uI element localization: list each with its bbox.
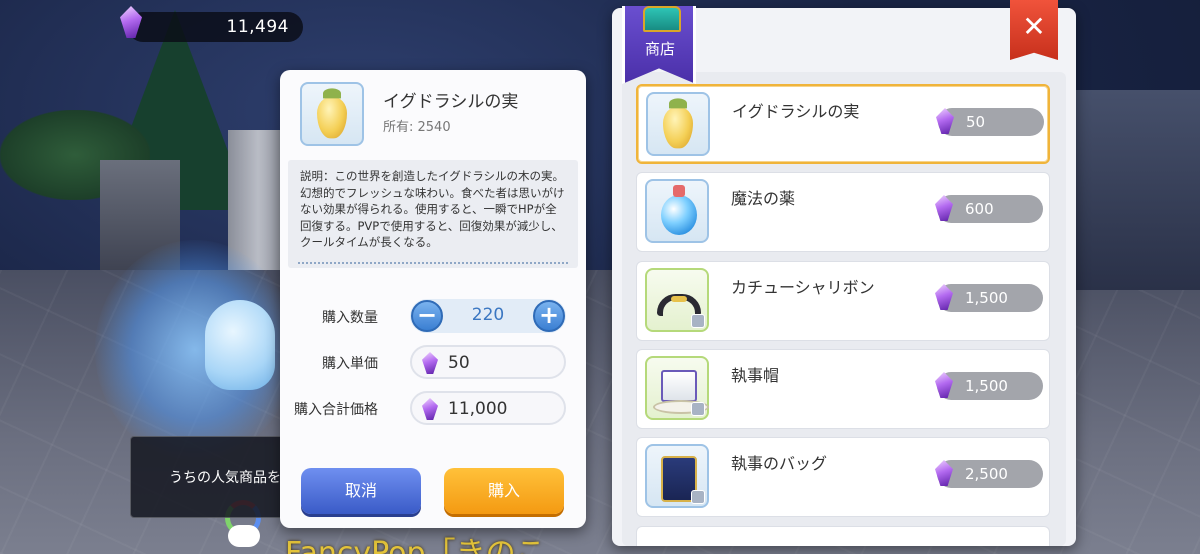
item-thumbnail: [300, 82, 364, 146]
crystal-currency-display: 11,494: [120, 6, 303, 42]
purple-crystal-icon: [936, 108, 954, 134]
equipment-badge-icon: [691, 314, 705, 328]
top-hat-icon: [653, 370, 709, 414]
owned-count: 所有: 2540: [383, 120, 451, 135]
player-character[interactable]: [205, 300, 275, 390]
quantity-stepper[interactable]: − 220 +: [410, 299, 566, 333]
shop-item-price: 50: [936, 108, 1044, 136]
increase-quantity-button[interactable]: +: [533, 300, 565, 332]
potion-icon: [661, 185, 697, 235]
purple-crystal-icon: [935, 284, 953, 310]
item-thumbnail: [645, 179, 709, 243]
fruit-icon: [663, 98, 693, 149]
shop-item-row[interactable]: イグドラシルの実 50: [636, 84, 1050, 164]
cancel-button[interactable]: 取消: [301, 468, 421, 514]
shop-item-row-partial[interactable]: [636, 526, 1050, 546]
quantity-label: 購入数量: [322, 310, 378, 326]
purple-crystal-icon: [422, 352, 438, 374]
shop-item-price: 600: [935, 195, 1043, 223]
ribbon-headband-icon: [657, 294, 701, 316]
item-name: イグドラシルの実: [383, 92, 519, 112]
speech-text: うちの人気商品を: [169, 470, 281, 486]
close-button[interactable]: ✕: [1010, 0, 1058, 60]
stone-pillar: [228, 130, 288, 270]
unit-price-value: 50: [448, 353, 470, 373]
purple-crystal-icon: [422, 398, 438, 420]
item-thumbnail: [646, 92, 710, 156]
dialog-header: イグドラシルの実 所有: 2540: [280, 70, 586, 152]
item-thumbnail: [645, 268, 709, 332]
shop-item-row[interactable]: 魔法の薬 600: [636, 172, 1050, 252]
total-price-field: 11,000: [410, 391, 566, 425]
cloud-icon: [228, 525, 260, 547]
crystal-amount: 11,494: [226, 17, 289, 37]
price-value: 50: [966, 113, 986, 131]
shop-item-name: イグドラシルの実: [732, 102, 860, 121]
price-value: 600: [965, 200, 994, 218]
item-thumbnail: [645, 444, 709, 508]
price-value: 1,500: [965, 377, 1008, 395]
shop-item-price: 1,500: [935, 284, 1043, 312]
equipment-badge-icon: [691, 402, 705, 416]
price-value: 2,500: [965, 465, 1008, 483]
price-value: 1,500: [965, 289, 1008, 307]
total-price-label: 購入合計価格: [294, 402, 378, 418]
purple-crystal-icon: [935, 372, 953, 398]
purple-crystal-icon: [935, 460, 953, 486]
buy-button[interactable]: 購入: [444, 468, 564, 514]
treasure-chest-icon: [643, 6, 681, 32]
equipment-badge-icon: [691, 490, 705, 504]
total-price-value: 11,000: [448, 399, 508, 419]
fruit-icon: [317, 88, 347, 139]
shop-item-row[interactable]: 執事のバッグ 2,500: [636, 437, 1050, 517]
shop-item-row[interactable]: 執事帽 1,500: [636, 349, 1050, 429]
shop-item-name: 執事のバッグ: [731, 454, 828, 473]
building: [1075, 90, 1200, 290]
item-description: 説明：この世界を創造したイグドラシルの木の実。幻想的でフレッシュな味わい。食べた…: [288, 160, 578, 268]
shop-item-price: 1,500: [935, 372, 1043, 400]
item-thumbnail: [645, 356, 709, 420]
shop-item-name: 魔法の薬: [731, 189, 796, 208]
shop-title: 商店: [644, 40, 675, 58]
purple-crystal-icon: [935, 195, 953, 221]
shop-item-name: カチューシャリボン: [731, 278, 875, 297]
npc-name-label: FancyPop「きのこ: [285, 536, 546, 554]
shop-item-row[interactable]: カチューシャリボン 1,500: [636, 261, 1050, 341]
shop-item-price: 2,500: [935, 460, 1043, 488]
unit-price-field: 50: [410, 345, 566, 379]
shop-item-name: 執事帽: [731, 366, 780, 385]
unit-price-label: 購入単価: [322, 356, 378, 372]
